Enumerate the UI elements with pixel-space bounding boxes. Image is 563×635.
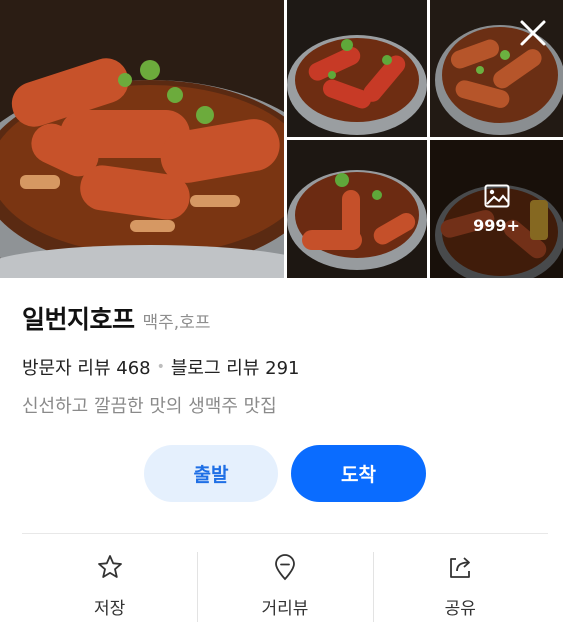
photo-thumbnail[interactable] [287, 140, 427, 278]
separator-dot: • [156, 359, 165, 375]
share-label: 공유 [444, 599, 476, 619]
arrive-button[interactable]: 도착 [291, 445, 426, 502]
place-info: 일번지호프 맥주,호프 방문자 리뷰 468 • 블로그 리뷰 291 신선하고… [22, 300, 542, 418]
star-icon [95, 552, 125, 582]
depart-button[interactable]: 출발 [144, 445, 278, 502]
more-photos-count: 999+ [473, 215, 520, 235]
review-counts: 방문자 리뷰 468 • 블로그 리뷰 291 [22, 354, 542, 380]
divider [22, 533, 548, 534]
bottom-toolbar: 저장 거리뷰 공유 [22, 552, 548, 622]
save-label: 저장 [94, 599, 126, 619]
distance-view-label: 거리뷰 [261, 599, 309, 619]
photo-thumbnail[interactable] [287, 0, 427, 137]
main-photo[interactable] [0, 0, 284, 278]
place-tagline: 신선하고 깔끔한 맛의 생맥주 맛집 [22, 396, 277, 417]
image-icon [484, 184, 510, 212]
share-button[interactable]: 공유 [372, 552, 548, 622]
save-button[interactable]: 저장 [22, 552, 197, 622]
distance-view-button[interactable]: 거리뷰 [197, 552, 372, 622]
more-photos-overlay[interactable]: 999+ [430, 140, 563, 278]
place-name: 일번지호프 [22, 305, 135, 334]
visitor-reviews-link[interactable]: 방문자 리뷰 468 [22, 354, 151, 380]
place-category: 맥주,호프 [142, 313, 211, 333]
location-pin-icon [270, 552, 300, 582]
share-icon [445, 552, 475, 582]
photo-gallery: 999+ [0, 0, 563, 278]
close-icon [519, 19, 547, 51]
blog-reviews-link[interactable]: 블로그 리뷰 291 [171, 354, 300, 380]
route-actions: 출발 도착 [0, 445, 563, 502]
close-button[interactable] [512, 14, 554, 56]
title-row: 일번지호프 맥주,호프 [22, 300, 542, 336]
